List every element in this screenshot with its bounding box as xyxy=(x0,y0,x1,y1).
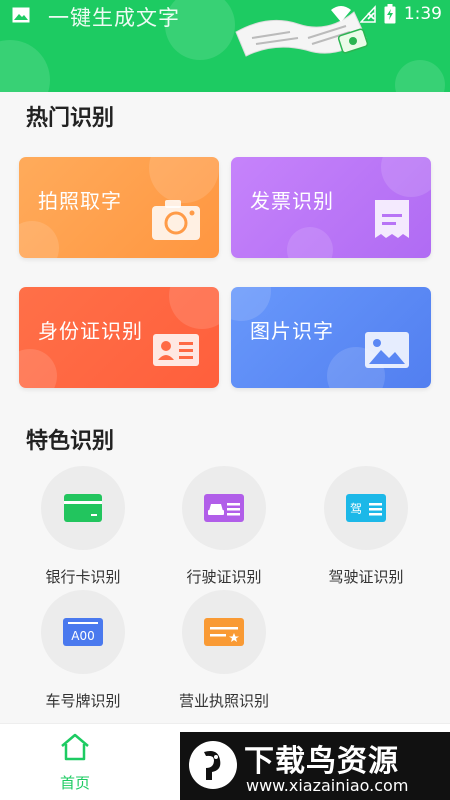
battery-charging-icon xyxy=(384,4,396,24)
feature-icon-circle: A00 xyxy=(41,590,125,674)
card-label: 拍照取字 xyxy=(38,189,122,213)
app-title: 一键生成文字 xyxy=(48,6,180,30)
app-header: 一键生成文字 1:39 xyxy=(0,0,450,92)
hot-section-title: 热门识别 xyxy=(26,106,115,131)
card-image-ocr[interactable]: 图片识字 xyxy=(231,287,431,388)
card-id-ocr[interactable]: 身份证识别 xyxy=(19,287,219,388)
gallery-icon xyxy=(12,7,30,23)
status-bar: 一键生成文字 1:39 xyxy=(0,0,450,30)
bank-card-icon xyxy=(64,494,102,522)
header-bubble xyxy=(0,40,50,92)
feature-label: 行驶证识别 xyxy=(186,568,262,586)
card-label: 身份证识别 xyxy=(38,319,143,343)
driver-badge-text: 驾 xyxy=(350,502,362,516)
feature-icon-circle: 驾 xyxy=(324,466,408,550)
watermark: 下载鸟资源 www.xiazainiao.com xyxy=(180,732,450,800)
card-bubble xyxy=(287,227,333,258)
clock: 1:39 xyxy=(403,4,442,24)
card-bubble xyxy=(19,349,57,388)
business-license-icon xyxy=(204,618,244,646)
camera-icon xyxy=(152,200,200,240)
tab-home[interactable]: 首页 xyxy=(40,732,110,793)
signal-icon xyxy=(359,5,376,23)
card-bubble xyxy=(169,287,219,329)
feature-icon-circle xyxy=(182,590,266,674)
feature-business-license[interactable]: 营业执照识别 xyxy=(159,590,289,711)
feature-section-title: 特色识别 xyxy=(26,429,115,454)
feature-driver-license[interactable]: 驾 驾驶证识别 xyxy=(301,466,431,587)
bird-logo-icon xyxy=(189,741,237,789)
home-icon xyxy=(61,733,89,761)
card-bubble xyxy=(149,157,219,203)
feature-label: 驾驶证识别 xyxy=(328,568,404,586)
receipt-icon xyxy=(375,200,409,238)
wifi-icon xyxy=(330,6,351,22)
feature-license-plate[interactable]: A00 车号牌识别 xyxy=(18,590,148,711)
feature-bank-card[interactable]: 银行卡识别 xyxy=(18,466,148,587)
header-bubble xyxy=(395,60,445,92)
plate-text: A00 xyxy=(71,629,94,643)
status-icons: 1:39 xyxy=(330,4,442,24)
image-icon xyxy=(365,332,409,368)
card-label: 图片识字 xyxy=(250,319,334,343)
feature-label: 银行卡识别 xyxy=(45,568,121,586)
feature-icon-circle xyxy=(41,466,125,550)
card-label: 发票识别 xyxy=(250,189,334,213)
tab-home-label: 首页 xyxy=(59,774,90,792)
card-bubble xyxy=(19,221,59,258)
card-invoice-ocr[interactable]: 发票识别 xyxy=(231,157,431,258)
feature-vehicle-license[interactable]: 行驶证识别 xyxy=(159,466,289,587)
watermark-title: 下载鸟资源 xyxy=(244,744,399,779)
id-card-icon xyxy=(153,334,199,366)
feature-label: 营业执照识别 xyxy=(178,692,269,710)
card-photo-ocr[interactable]: 拍照取字 xyxy=(19,157,219,258)
license-plate-icon: A00 xyxy=(63,618,103,646)
driver-license-icon: 驾 xyxy=(346,494,386,522)
card-bubble xyxy=(381,157,431,197)
feature-label: 车号牌识别 xyxy=(45,692,121,710)
watermark-url: www.xiazainiao.com xyxy=(246,776,409,795)
vehicle-license-icon xyxy=(204,494,244,522)
feature-icon-circle xyxy=(182,466,266,550)
